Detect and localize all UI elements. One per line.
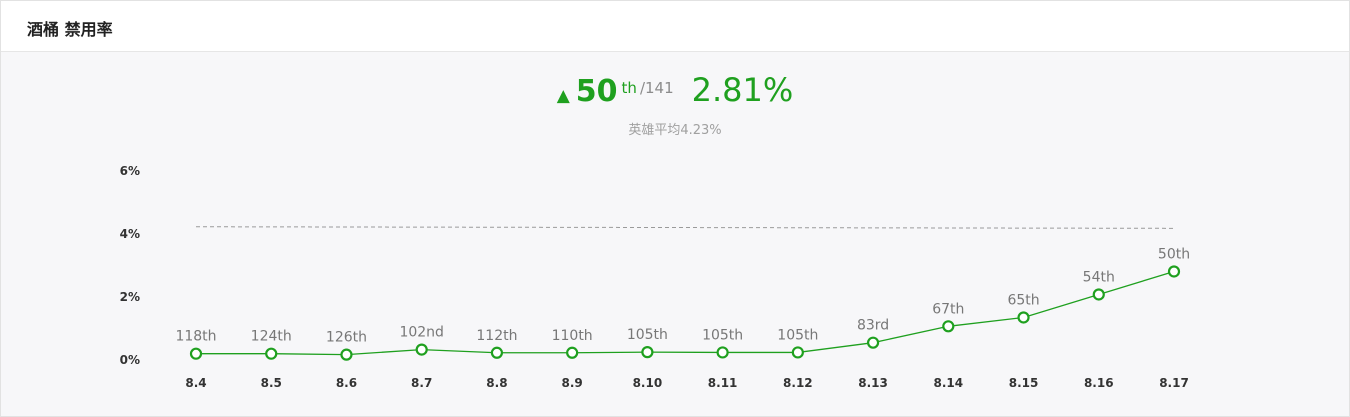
- x-tick-label: 8.13: [858, 376, 888, 390]
- x-tick-label: 8.11: [708, 376, 738, 390]
- x-tick-label: 8.10: [633, 376, 663, 390]
- data-point: [791, 346, 804, 359]
- x-tick-label: 8.9: [562, 376, 583, 390]
- x-tick-label: 8.8: [486, 376, 507, 390]
- data-point: [340, 348, 353, 361]
- rank-data-label: 110th: [552, 328, 593, 344]
- rank-data-label: 105th: [627, 327, 668, 343]
- x-tick-label: 8.6: [336, 376, 357, 390]
- rank-data-label: 83rd: [857, 318, 889, 334]
- data-point: [1167, 265, 1181, 278]
- average-reference-line: [195, 226, 1175, 229]
- rank-data-label: 112th: [476, 328, 517, 344]
- data-point: [942, 320, 955, 333]
- rank-data-label: 124th: [251, 329, 292, 345]
- rank-data-label: 118th: [175, 329, 216, 345]
- x-tick-label: 8.16: [1084, 376, 1114, 390]
- rank-data-label: 105th: [702, 327, 743, 343]
- rank-data-label: 54th: [1083, 269, 1115, 285]
- rank-data-label: 65th: [1007, 292, 1039, 308]
- x-tick-label: 8.14: [934, 376, 964, 390]
- data-point: [566, 346, 579, 359]
- rank-data-label: 126th: [326, 330, 367, 346]
- rank-data-label: 67th: [932, 301, 964, 317]
- y-tick-label: 6%: [120, 164, 140, 178]
- data-point: [716, 346, 729, 359]
- data-point: [1092, 288, 1105, 301]
- x-tick-label: 8.5: [261, 376, 282, 390]
- x-tick-label: 8.12: [783, 376, 813, 390]
- rank-data-label: 50th: [1158, 246, 1190, 262]
- data-point: [641, 346, 654, 359]
- ban-rate-line-chart: 0% 2% 4% 6% 8.4 8.5 8.6 8.7 8.8 8.9 8.10 8.11 8.12 8.…: [120, 164, 1190, 390]
- rank-data-label: 102nd: [399, 325, 443, 341]
- y-tick-label: 4%: [120, 227, 140, 241]
- data-point: [189, 347, 203, 360]
- x-tick-label: 8.15: [1009, 376, 1039, 390]
- data-point: [490, 346, 504, 359]
- data-point: [1017, 311, 1030, 324]
- data-point: [265, 347, 278, 360]
- x-tick-label: 8.7: [411, 376, 432, 390]
- y-tick-label: 0%: [120, 353, 140, 367]
- data-point: [415, 343, 428, 356]
- x-tick-label: 8.4: [185, 376, 206, 390]
- rank-data-label: 105th: [777, 327, 818, 343]
- data-point: [866, 336, 880, 349]
- x-tick-label: 8.17: [1159, 376, 1189, 390]
- y-tick-label: 2%: [120, 290, 140, 304]
